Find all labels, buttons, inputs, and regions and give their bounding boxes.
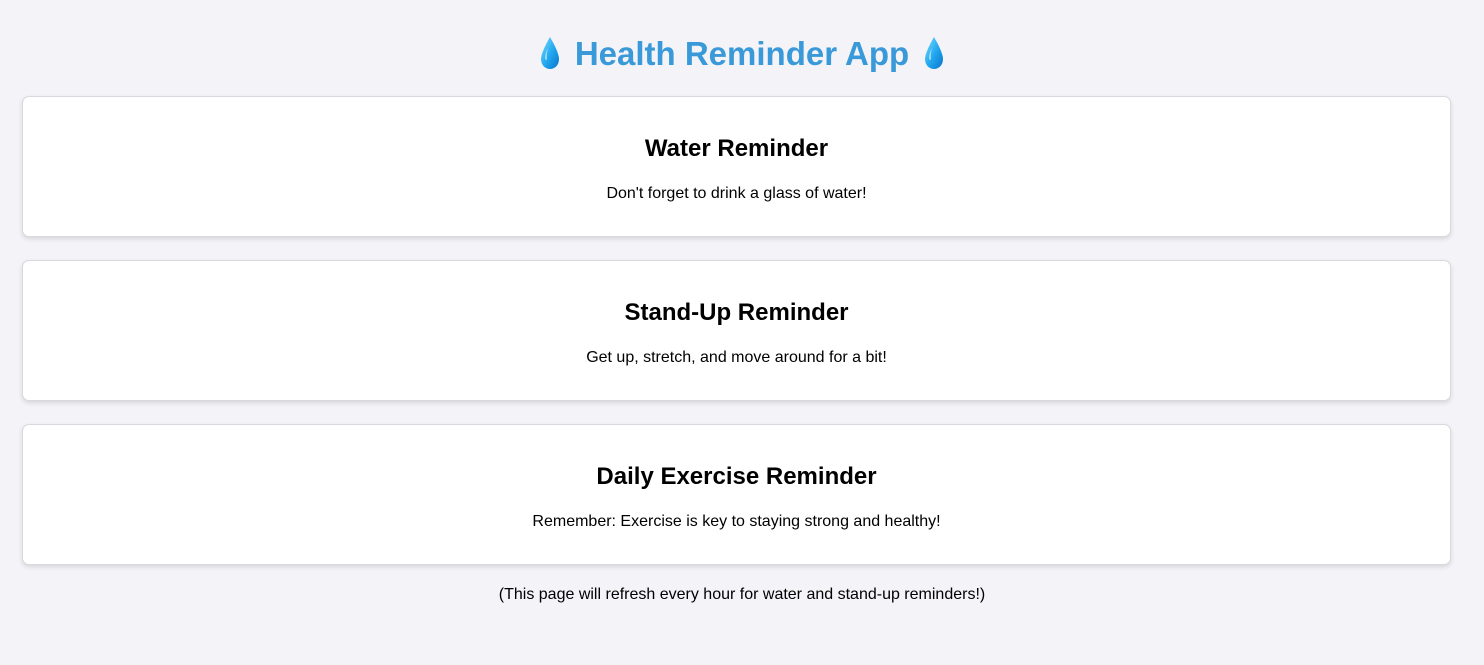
water-drop-icon (539, 36, 561, 70)
card-title: Water Reminder (644, 135, 829, 162)
card-text: Get up, stretch, and move around for a b… (586, 349, 887, 366)
water-drop-icon (923, 36, 945, 70)
refresh-note: (This page will refresh every hour for w… (498, 586, 986, 603)
water-reminder-card: Water Reminder Don't forget to drink a g… (22, 96, 1451, 237)
daily-exercise-reminder-card: Daily Exercise Reminder Remember: Exerci… (22, 424, 1451, 565)
page-title-text: Health Reminder App (574, 35, 910, 72)
card-text: Don't forget to drink a glass of water! (606, 185, 867, 202)
stand-up-reminder-card: Stand-Up Reminder Get up, stretch, and m… (22, 260, 1451, 401)
card-text: Remember: Exercise is key to staying str… (532, 513, 941, 530)
card-title: Stand-Up Reminder (624, 299, 849, 326)
page-title: Health Reminder App (0, 30, 1484, 78)
card-title: Daily Exercise Reminder (596, 463, 877, 490)
